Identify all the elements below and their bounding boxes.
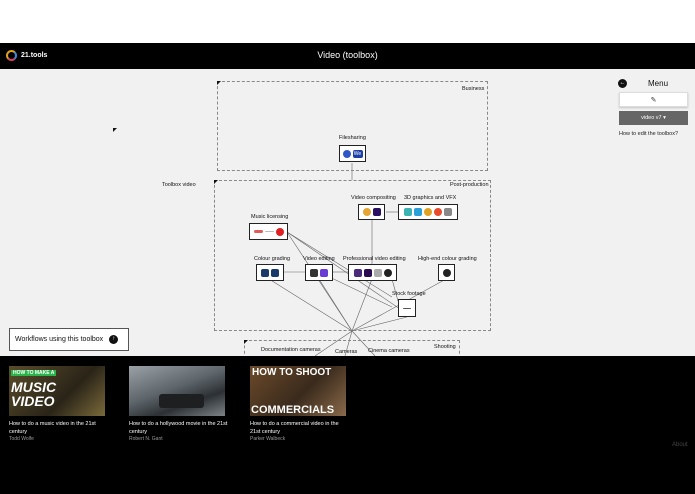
thumb-text-top: HOW TO SHOOT	[252, 367, 332, 378]
high-end-colour-grading-node[interactable]	[438, 264, 455, 281]
stock-footage-label: Stock footage	[392, 291, 426, 297]
video-title[interactable]: How to do a hollywood movie in the 21st …	[129, 420, 229, 436]
maya-icon	[414, 208, 422, 216]
video-thumbnail[interactable]: HOW TO MAKE A MUSIC VIDEO	[9, 366, 105, 416]
video-thumbnail[interactable]	[129, 366, 225, 416]
video-thumbnail[interactable]: HOW TO SHOOT COMMERCIALS	[250, 366, 346, 416]
video-compositing-node[interactable]	[358, 204, 385, 220]
video-title[interactable]: How to do a music video in the 21st cent…	[9, 420, 109, 436]
final-cut-pro-icon	[373, 268, 382, 277]
video-card[interactable]: How to do a hollywood movie in the 21st …	[129, 366, 229, 442]
wetransfer-icon: We	[352, 149, 363, 158]
business-label: Business	[462, 86, 485, 92]
davinci-resolve-icon	[442, 268, 451, 277]
video-author: Robert N. Gant	[129, 436, 163, 442]
imovie-icon	[320, 268, 328, 277]
colour-grading-label: Colour grading	[254, 256, 291, 262]
after-effects-icon	[372, 208, 381, 216]
filesharing-node[interactable]: We	[339, 145, 366, 162]
colour-grading-node[interactable]	[256, 264, 284, 281]
davinci-icon	[383, 268, 392, 277]
toolbox-label: Toolbox video	[162, 182, 196, 188]
music-licensing-node[interactable]	[249, 223, 288, 240]
page-title: Video (toolbox)	[317, 50, 378, 60]
cameras-label: Cameras	[335, 349, 358, 355]
figure-icon	[444, 208, 452, 216]
cinema4d-icon	[404, 208, 412, 216]
thumb-text-top: HOW TO MAKE A	[11, 370, 57, 376]
about-link[interactable]: About	[672, 442, 688, 448]
avid-icon	[353, 268, 362, 277]
stock-icon	[403, 307, 411, 309]
video-author: Parker Walbeck	[250, 436, 286, 442]
toolbox-canvas[interactable]: Business Filesharing We Post-production …	[0, 69, 695, 356]
photoshop-icon	[261, 268, 269, 277]
workflows-button[interactable]: Workflows using this toolbox ↑	[9, 328, 129, 351]
musicbed-icon	[264, 231, 274, 232]
graphics-vfx-label: 3D graphics and VFX	[404, 195, 457, 201]
shooting-label: Shooting	[434, 344, 456, 350]
menu-label[interactable]: Menu	[648, 79, 668, 88]
post-production-corner-marker[interactable]	[214, 180, 218, 184]
workflow-videos-strip: HOW TO MAKE A MUSIC VIDEO How to do a mu…	[0, 356, 695, 494]
filesharing-label: Filesharing	[339, 135, 366, 141]
high-end-colour-grading-label: High-end colour grading	[418, 256, 477, 262]
professional-video-editing-node[interactable]	[348, 264, 397, 281]
version-select[interactable]: video v7 ▾	[619, 111, 688, 125]
post-production-label: Post-production	[450, 182, 489, 188]
fusion-icon	[362, 208, 371, 216]
video-card[interactable]: HOW TO SHOOT COMMERCIALS How to do a com…	[250, 366, 350, 442]
video-editing-label: Video editing	[303, 256, 335, 262]
thumb-text-main: COMMERCIALS	[251, 404, 335, 416]
documentation-cameras-label: Documentation cameras	[261, 347, 321, 353]
cinema-cameras-label: Cinema cameras	[368, 348, 410, 354]
dropbox-icon	[342, 149, 351, 158]
final-cut-icon	[310, 268, 318, 277]
edit-icon: ✎	[650, 96, 657, 104]
stock-footage-node[interactable]	[398, 299, 416, 317]
graphics-vfx-node[interactable]	[398, 204, 458, 220]
video-title[interactable]: How to do a commercial video in the 21st…	[250, 420, 350, 436]
shooting-corner-marker[interactable]	[244, 340, 248, 344]
epidemic-icon	[275, 227, 284, 236]
video-editing-node[interactable]	[305, 264, 333, 281]
premiere-icon	[363, 268, 372, 277]
stray-marker	[113, 128, 117, 132]
car-shape	[159, 394, 204, 408]
video-compositing-label: Video compositing	[351, 195, 396, 201]
back-arrow-icon[interactable]: ←	[618, 79, 627, 88]
top-bar: 21.tools Video (toolbox)	[0, 43, 695, 69]
thumb-text-main: MUSIC VIDEO	[11, 379, 57, 409]
artlist-icon	[253, 230, 263, 233]
business-corner-marker[interactable]	[217, 81, 221, 85]
menu-header: ← Menu	[618, 78, 690, 90]
video-card[interactable]: HOW TO MAKE A MUSIC VIDEO How to do a mu…	[9, 366, 109, 442]
edit-button[interactable]: ✎	[619, 92, 688, 107]
music-licensing-label: Music licensing	[251, 214, 289, 220]
video-author: Todd Wolfe	[9, 436, 34, 442]
lightroom-icon	[271, 268, 279, 277]
houdini-icon	[424, 208, 432, 216]
professional-video-editing-label: Professional video editing	[343, 256, 406, 262]
help-link[interactable]: How to edit the toolbox?	[619, 131, 678, 137]
workflows-label: Workflows using this toolbox	[15, 336, 104, 343]
arrow-up-icon: ↑	[109, 335, 119, 344]
blender-icon	[434, 208, 442, 216]
